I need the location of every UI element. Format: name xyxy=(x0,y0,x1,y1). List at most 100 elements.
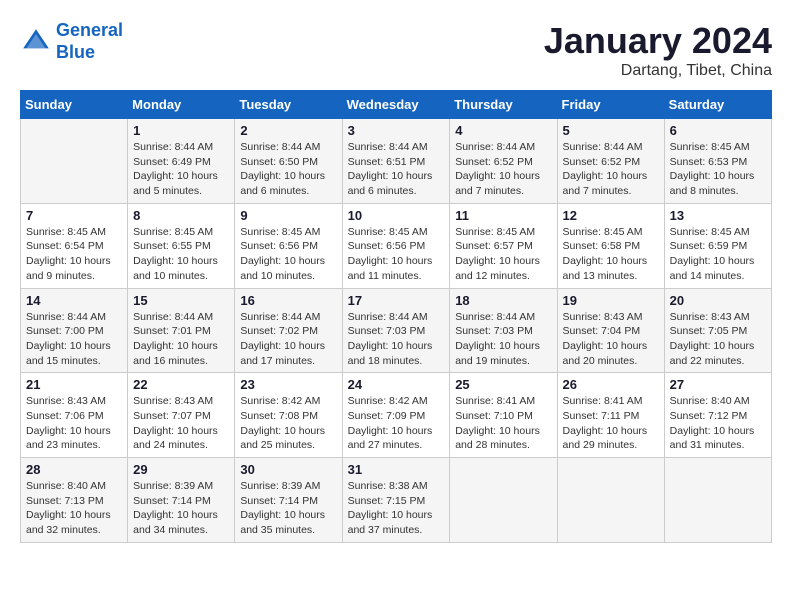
day-number: 2 xyxy=(240,123,336,138)
week-row-3: 21 Sunrise: 8:43 AM Sunset: 7:06 PM Dayli… xyxy=(21,373,772,458)
calendar-cell: 10 Sunrise: 8:45 AM Sunset: 6:56 PM Dayli… xyxy=(342,203,450,288)
day-info: Sunrise: 8:39 AM Sunset: 7:14 PM Dayligh… xyxy=(240,479,336,538)
day-info: Sunrise: 8:45 AM Sunset: 6:54 PM Dayligh… xyxy=(26,225,122,284)
calendar-cell: 7 Sunrise: 8:45 AM Sunset: 6:54 PM Daylig… xyxy=(21,203,128,288)
header-col-monday: Monday xyxy=(128,91,235,119)
day-number: 20 xyxy=(670,293,766,308)
day-number: 24 xyxy=(348,377,445,392)
day-info: Sunrise: 8:45 AM Sunset: 6:53 PM Dayligh… xyxy=(670,140,766,199)
day-number: 23 xyxy=(240,377,336,392)
day-number: 21 xyxy=(26,377,122,392)
calendar-cell: 31 Sunrise: 8:38 AM Sunset: 7:15 PM Dayli… xyxy=(342,458,450,543)
day-info: Sunrise: 8:44 AM Sunset: 6:52 PM Dayligh… xyxy=(563,140,659,199)
week-row-0: 1 Sunrise: 8:44 AM Sunset: 6:49 PM Daylig… xyxy=(21,119,772,204)
calendar-cell: 2 Sunrise: 8:44 AM Sunset: 6:50 PM Daylig… xyxy=(235,119,342,204)
day-info: Sunrise: 8:45 AM Sunset: 6:57 PM Dayligh… xyxy=(455,225,551,284)
title-block: January 2024 Dartang, Tibet, China xyxy=(544,20,772,80)
day-number: 1 xyxy=(133,123,229,138)
day-number: 15 xyxy=(133,293,229,308)
calendar-cell xyxy=(21,119,128,204)
day-info: Sunrise: 8:42 AM Sunset: 7:09 PM Dayligh… xyxy=(348,394,445,453)
header-row: SundayMondayTuesdayWednesdayThursdayFrid… xyxy=(21,91,772,119)
day-number: 11 xyxy=(455,208,551,223)
day-number: 29 xyxy=(133,462,229,477)
calendar-cell: 16 Sunrise: 8:44 AM Sunset: 7:02 PM Dayli… xyxy=(235,288,342,373)
day-number: 19 xyxy=(563,293,659,308)
calendar-cell: 22Sunrise: 8:43 AM Sunset: 7:07 PM Dayli… xyxy=(128,373,235,458)
page-header: General Blue January 2024 Dartang, Tibet… xyxy=(20,20,772,80)
day-info: Sunrise: 8:44 AM Sunset: 7:03 PM Dayligh… xyxy=(348,310,445,369)
day-number: 31 xyxy=(348,462,445,477)
calendar-table: SundayMondayTuesdayWednesdayThursdayFrid… xyxy=(20,90,772,543)
day-number: 12 xyxy=(563,208,659,223)
day-info: Sunrise: 8:44 AM Sunset: 7:03 PM Dayligh… xyxy=(455,310,551,369)
logo-text: General Blue xyxy=(56,20,123,63)
calendar-cell: 18 Sunrise: 8:44 AM Sunset: 7:03 PM Dayli… xyxy=(450,288,557,373)
calendar-cell: 21 Sunrise: 8:43 AM Sunset: 7:06 PM Dayli… xyxy=(21,373,128,458)
day-info: Sunrise: 8:44 AM Sunset: 6:50 PM Dayligh… xyxy=(240,140,336,199)
day-info: Sunrise: 8:44 AM Sunset: 6:51 PM Dayligh… xyxy=(348,140,445,199)
day-info: Sunrise: 8:41 AM Sunset: 7:11 PM Dayligh… xyxy=(563,394,659,453)
header-col-thursday: Thursday xyxy=(450,91,557,119)
day-info: Sunrise: 8:44 AM Sunset: 7:00 PM Dayligh… xyxy=(26,310,122,369)
day-number: 5 xyxy=(563,123,659,138)
day-number: 26 xyxy=(563,377,659,392)
day-number: 28 xyxy=(26,462,122,477)
day-info: Sunrise: 8:44 AM Sunset: 7:02 PM Dayligh… xyxy=(240,310,336,369)
logo-line1: General xyxy=(56,20,123,40)
day-number: 14 xyxy=(26,293,122,308)
day-info: Sunrise: 8:44 AM Sunset: 6:49 PM Dayligh… xyxy=(133,140,229,199)
day-number: 13 xyxy=(670,208,766,223)
week-row-4: 28 Sunrise: 8:40 AM Sunset: 7:13 PM Dayli… xyxy=(21,458,772,543)
calendar-subtitle: Dartang, Tibet, China xyxy=(544,62,772,80)
day-number: 17 xyxy=(348,293,445,308)
calendar-cell: 15 Sunrise: 8:44 AM Sunset: 7:01 PM Dayli… xyxy=(128,288,235,373)
calendar-cell: 4 Sunrise: 8:44 AM Sunset: 6:52 PM Daylig… xyxy=(450,119,557,204)
day-info: Sunrise: 8:42 AM Sunset: 7:08 PM Dayligh… xyxy=(240,394,336,453)
day-number: 27 xyxy=(670,377,766,392)
day-number: 9 xyxy=(240,208,336,223)
day-info: Sunrise: 8:40 AM Sunset: 7:13 PM Dayligh… xyxy=(26,479,122,538)
logo-line2: Blue xyxy=(56,42,95,62)
day-info: Sunrise: 8:38 AM Sunset: 7:15 PM Dayligh… xyxy=(348,479,445,538)
day-number: 10 xyxy=(348,208,445,223)
calendar-cell: 25 Sunrise: 8:41 AM Sunset: 7:10 PM Dayli… xyxy=(450,373,557,458)
calendar-cell xyxy=(664,458,771,543)
calendar-cell: 12 Sunrise: 8:45 AM Sunset: 6:58 PM Dayli… xyxy=(557,203,664,288)
day-info: Sunrise: 8:45 AM Sunset: 6:55 PM Dayligh… xyxy=(133,225,229,284)
day-number: 18 xyxy=(455,293,551,308)
calendar-cell: 17 Sunrise: 8:44 AM Sunset: 7:03 PM Dayli… xyxy=(342,288,450,373)
calendar-cell: 30 Sunrise: 8:39 AM Sunset: 7:14 PM Dayli… xyxy=(235,458,342,543)
calendar-title: January 2024 xyxy=(544,20,772,62)
calendar-cell: 23 Sunrise: 8:42 AM Sunset: 7:08 PM Dayli… xyxy=(235,373,342,458)
week-row-2: 14 Sunrise: 8:44 AM Sunset: 7:00 PM Dayli… xyxy=(21,288,772,373)
calendar-cell: 1 Sunrise: 8:44 AM Sunset: 6:49 PM Daylig… xyxy=(128,119,235,204)
day-number: 4 xyxy=(455,123,551,138)
day-number: 25 xyxy=(455,377,551,392)
day-info: Sunrise: 8:41 AM Sunset: 7:10 PM Dayligh… xyxy=(455,394,551,453)
header-col-saturday: Saturday xyxy=(664,91,771,119)
calendar-cell: 14 Sunrise: 8:44 AM Sunset: 7:00 PM Dayli… xyxy=(21,288,128,373)
day-info: Sunrise: 8:39 AM Sunset: 7:14 PM Dayligh… xyxy=(133,479,229,538)
day-info: Sunrise: 8:44 AM Sunset: 6:52 PM Dayligh… xyxy=(455,140,551,199)
header-col-sunday: Sunday xyxy=(21,91,128,119)
day-info: Sunrise: 8:43 AM Sunset: 7:06 PM Dayligh… xyxy=(26,394,122,453)
header-col-wednesday: Wednesday xyxy=(342,91,450,119)
week-row-1: 7 Sunrise: 8:45 AM Sunset: 6:54 PM Daylig… xyxy=(21,203,772,288)
day-number: 30 xyxy=(240,462,336,477)
calendar-cell: 9Sunrise: 8:45 AM Sunset: 6:56 PM Daylig… xyxy=(235,203,342,288)
day-number: 7 xyxy=(26,208,122,223)
logo-icon xyxy=(20,26,52,58)
day-number: 6 xyxy=(670,123,766,138)
day-number: 16 xyxy=(240,293,336,308)
calendar-body: 1 Sunrise: 8:44 AM Sunset: 6:49 PM Daylig… xyxy=(21,119,772,543)
calendar-cell: 19Sunrise: 8:43 AM Sunset: 7:04 PM Dayli… xyxy=(557,288,664,373)
calendar-cell: 11 Sunrise: 8:45 AM Sunset: 6:57 PM Dayli… xyxy=(450,203,557,288)
calendar-cell: 8Sunrise: 8:45 AM Sunset: 6:55 PM Daylig… xyxy=(128,203,235,288)
calendar-cell xyxy=(450,458,557,543)
day-info: Sunrise: 8:45 AM Sunset: 6:58 PM Dayligh… xyxy=(563,225,659,284)
day-info: Sunrise: 8:44 AM Sunset: 7:01 PM Dayligh… xyxy=(133,310,229,369)
day-number: 3 xyxy=(348,123,445,138)
day-info: Sunrise: 8:45 AM Sunset: 6:56 PM Dayligh… xyxy=(348,225,445,284)
calendar-cell: 27Sunrise: 8:40 AM Sunset: 7:12 PM Dayli… xyxy=(664,373,771,458)
